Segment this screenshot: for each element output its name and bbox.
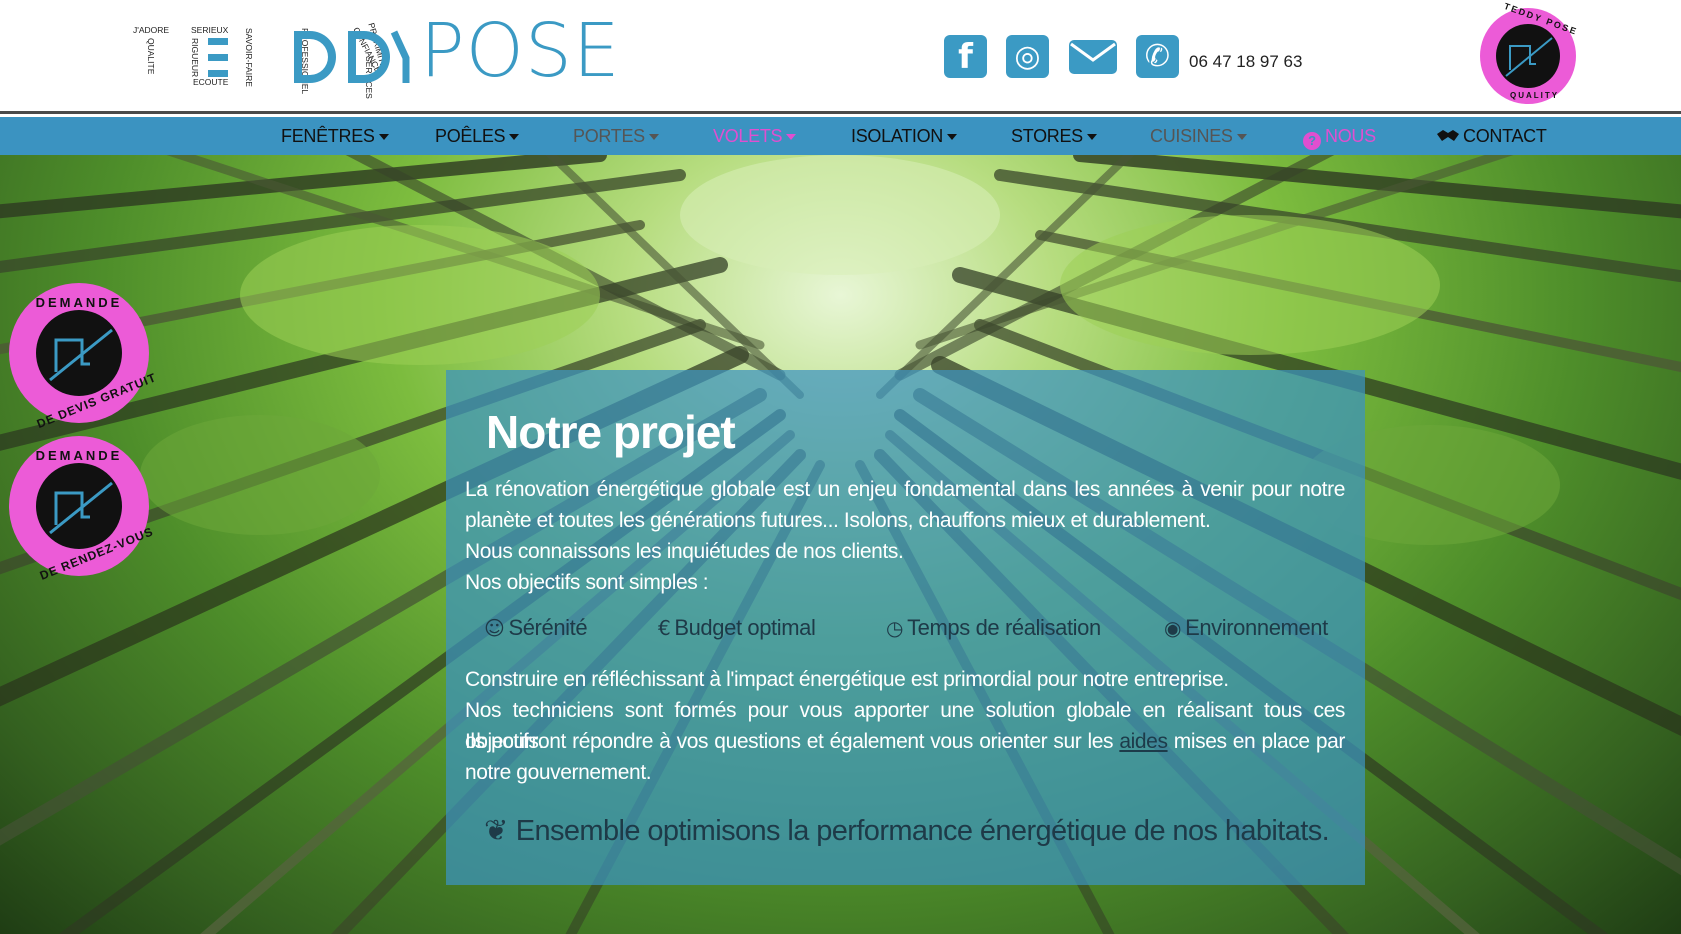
nav-item-cuisines[interactable]: CUISINES	[1150, 125, 1247, 147]
nav-item-stores[interactable]: STORES	[1011, 125, 1097, 147]
smile-icon: ☺	[484, 616, 505, 640]
goal-item: ◉ Environnement	[1164, 615, 1328, 640]
main-nav: FENÊTRES POÊLES PORTES VOLETS ISOLATION …	[0, 117, 1681, 155]
intro-line: Nos objectifs sont simples :	[465, 571, 709, 594]
page-title: Notre projet	[486, 406, 736, 458]
badge-top-text: DEMANDE	[35, 295, 123, 310]
question-circle-icon: ?	[1303, 132, 1321, 150]
body-line: Construire en réfléchissant à l'impact é…	[465, 668, 1229, 691]
aides-link[interactable]: aides	[1119, 730, 1168, 753]
phone-number[interactable]: 06 47 18 97 63	[1189, 52, 1302, 72]
globe-icon: ◉	[1164, 616, 1182, 640]
site-header: J'ADORE QUALITE SERIEUX RIGUEUR ECOUTE S…	[0, 0, 1681, 114]
quality-badge: TEDDY POSE QUALITY	[1480, 1, 1579, 104]
badge-top-text: DEMANDE	[35, 448, 123, 463]
goal-item: ☺ Sérénité	[484, 615, 588, 640]
free-quote-badge[interactable]: DEMANDE DE DEVIS GRATUIT	[9, 283, 158, 431]
logo-word: QUALITE	[146, 38, 156, 75]
nav-item-volets[interactable]: VOLETS	[713, 125, 797, 147]
instagram-icon[interactable]: ◎	[1006, 35, 1049, 78]
hands-leaf-icon: ❦	[484, 813, 508, 847]
logo-pose-text: POSE	[420, 8, 621, 94]
badge-house-icon	[36, 310, 122, 396]
handshake-icon	[1437, 130, 1459, 141]
intro-paragraph: La rénovation énergétique globale est un…	[465, 478, 1345, 532]
logo-letters-icon	[208, 30, 410, 83]
nav-item-portes[interactable]: PORTES	[573, 125, 659, 147]
phone-icon[interactable]: ✆	[1136, 35, 1179, 78]
appointment-badge[interactable]: DEMANDE DE RENDEZ-VOUS	[9, 436, 155, 583]
goals-list: ☺ Sérénité € Budget optimal ◷ Temps de réal…	[484, 615, 1328, 645]
slogan: ❦ Ensemble optimisons la performance éner…	[484, 813, 1330, 847]
facebook-icon[interactable]: f	[944, 35, 987, 78]
nav-item-isolation[interactable]: ISOLATION	[851, 125, 957, 147]
euro-icon: €	[658, 616, 671, 640]
nav-item-poeles[interactable]: POÊLES	[435, 125, 520, 147]
nav-item-nous[interactable]: ? NOUS	[1303, 125, 1376, 150]
logo-word: RIGUEUR	[190, 38, 200, 78]
nav-item-contact[interactable]: CONTACT	[1436, 125, 1547, 147]
clock-icon: ◷	[886, 616, 904, 640]
brand-logo[interactable]: J'ADORE QUALITE SERIEUX RIGUEUR ECOUTE S…	[133, 14, 620, 99]
badge-house-icon	[1496, 24, 1560, 88]
intro-line: Nous connaissons les inquiétudes de nos …	[465, 540, 904, 563]
badge-bottom-text: QUALITY	[1510, 91, 1560, 100]
goal-item: € Budget optimal	[658, 615, 816, 640]
badge-house-icon	[36, 463, 122, 549]
project-card: Notre projet La rénovation énergétique g…	[446, 370, 1365, 885]
hero-background: DEMANDE DE DEVIS GRATUIT DEMANDE DE REND…	[0, 155, 1681, 934]
body-paragraph: Ils pourront répondre à vos questions et…	[465, 730, 1345, 784]
nav-item-fenetres[interactable]: FENÊTRES	[281, 125, 389, 147]
envelope-icon[interactable]	[1068, 35, 1118, 78]
goal-item: ◷ Temps de réalisation	[886, 615, 1101, 640]
logo-word: J'ADORE	[133, 25, 170, 35]
